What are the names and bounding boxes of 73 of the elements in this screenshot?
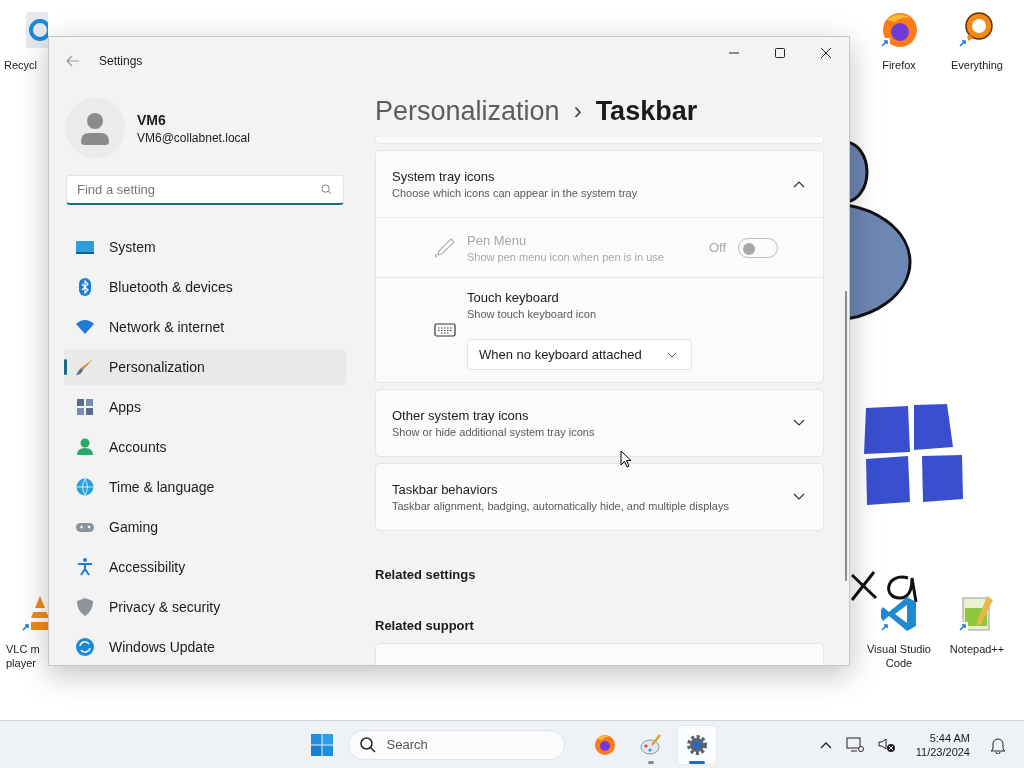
bell-icon[interactable] [990,735,1006,754]
desktop-icon-label: Recycl [4,58,37,72]
setting-title: Pen Menu [467,232,528,248]
scrollbar[interactable] [845,291,847,581]
account-name: VM6 [137,111,167,128]
brush-icon [75,357,95,377]
globe-icon [75,477,95,497]
expander-header[interactable]: Other system tray icons Show or hide additional system tray icons [376,390,823,456]
nav-item[interactable]: Accessibility [64,549,346,585]
settings-search-field[interactable]: Find a setting [66,175,344,205]
card-title: Taskbar behaviors [392,482,499,497]
firefox-icon[interactable] [879,10,919,50]
back-arrow-icon[interactable] [66,55,80,67]
taskbar-app-button[interactable] [676,724,717,765]
breadcrumb-separator: › [573,97,582,125]
nav-item[interactable]: Gaming [64,509,346,545]
card-subtitle: Show or hide additional system tray icons [392,426,596,438]
nav-item[interactable]: Privacy & security [64,589,346,625]
nav-item[interactable]: System [64,229,346,265]
maximize-icon [775,48,785,58]
windows-logo-icon [309,732,334,757]
close-icon [821,48,831,58]
desktop-icon-label: Notepad++ [949,642,1005,656]
clock-date[interactable]: 11/23/2024 [915,745,970,758]
nav-item[interactable]: Bluetooth & devices [64,269,346,305]
expander-header[interactable]: Taskbar behaviors Taskbar alignment, badging, automatically hide, and multiple displays [376,464,823,530]
avatar-icon[interactable] [65,98,125,158]
search-icon [321,184,332,195]
section-heading: Related support [375,618,475,633]
palette-icon [638,732,663,757]
account-email: VM6@collabnet.local [137,130,250,145]
breadcrumb-parent[interactable]: Personalization [375,95,560,127]
chevron-up-icon[interactable] [819,740,832,749]
card-subtitle: Taskbar alignment, badging, automatically hide, and multiple displays [392,500,730,512]
chevron-down-icon [667,351,677,358]
card-title: System tray icons [392,169,496,184]
desktop-icon-label: Firefox [882,58,916,72]
taskbar-search-field[interactable]: Search [347,729,565,760]
desktop-icon-label: Everything [951,58,1003,72]
pen-icon [434,236,456,259]
setting-title: Touch keyboard [467,290,560,305]
nav-item[interactable]: Personalization [64,349,346,385]
person-icon [75,437,95,457]
desktop-icon-label: VLC m [6,642,40,656]
refresh-icon [75,637,95,657]
search-icon [359,736,376,753]
desktop-icon-label: player [6,656,36,670]
accessibility-icon [75,557,95,577]
nav-item[interactable]: Accounts [64,429,346,465]
network-icon[interactable] [845,736,864,753]
code-editor-icon[interactable] [879,594,919,634]
section-heading: Related settings [375,567,477,582]
page-title: Taskbar [595,95,698,127]
desktop-icon-label: Visual Studio [867,642,931,656]
dropdown[interactable]: When no keyboard attached [467,339,692,370]
expander-header[interactable]: System tray icons Choose which icons can appear in the system tray [376,151,823,217]
nav-item[interactable]: Network & internet [64,309,346,345]
apps-grid-icon [75,397,95,417]
card-subtitle: Choose which icons can appear in the system tray [392,187,639,199]
window-title: Settings [99,54,143,68]
speaker-muted-icon[interactable] [877,736,896,753]
setting-description: Show touch keyboard icon [467,308,598,320]
desktop-icon-label: Code [885,656,913,670]
toggle-state-label: Off [708,240,726,255]
card-title: Other system tray icons [392,408,530,423]
clock-time[interactable]: 5:44 AM [929,731,970,744]
setting-description: Show pen menu icon when pen is in use [467,250,665,263]
nav-item[interactable]: Apps [64,389,346,425]
gear-icon [684,732,709,757]
firefox-icon [592,732,617,757]
shield-icon [75,597,95,617]
nav-item[interactable]: Windows Update [64,629,346,665]
nav-item[interactable]: Time & language [64,469,346,505]
